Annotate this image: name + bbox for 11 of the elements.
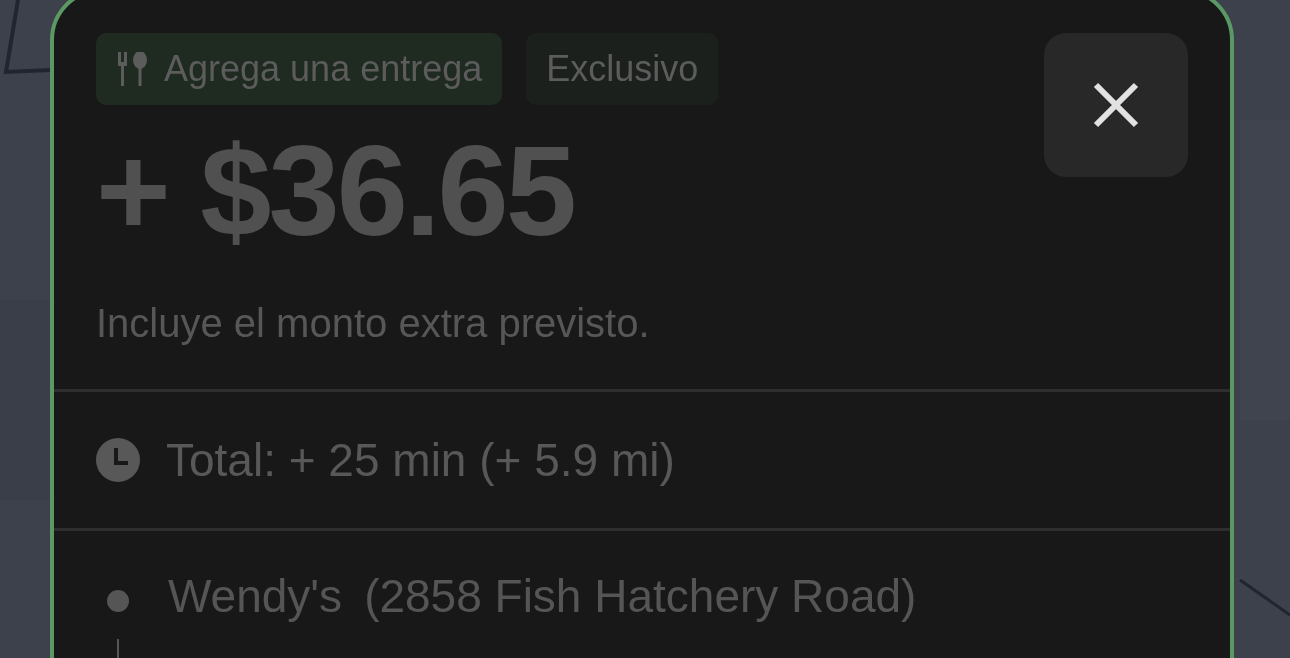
stop-address: (2858 Fish Hatchery Road) <box>364 569 917 623</box>
close-icon <box>1093 82 1139 128</box>
tag-label: Exclusivo <box>546 48 699 90</box>
fork-spoon-icon <box>116 52 150 86</box>
stop-name: Wendy's <box>168 569 343 623</box>
total-time: Total: + 25 min (+ 5.9 mi) <box>166 433 675 487</box>
tag-label: Agrega una entrega <box>164 48 483 90</box>
offer-amount: + $36.65 <box>96 127 575 255</box>
offer-note: Incluye el monto extra previsto. <box>96 301 651 345</box>
close-button[interactable] <box>1044 33 1188 177</box>
clock-icon <box>96 438 140 482</box>
